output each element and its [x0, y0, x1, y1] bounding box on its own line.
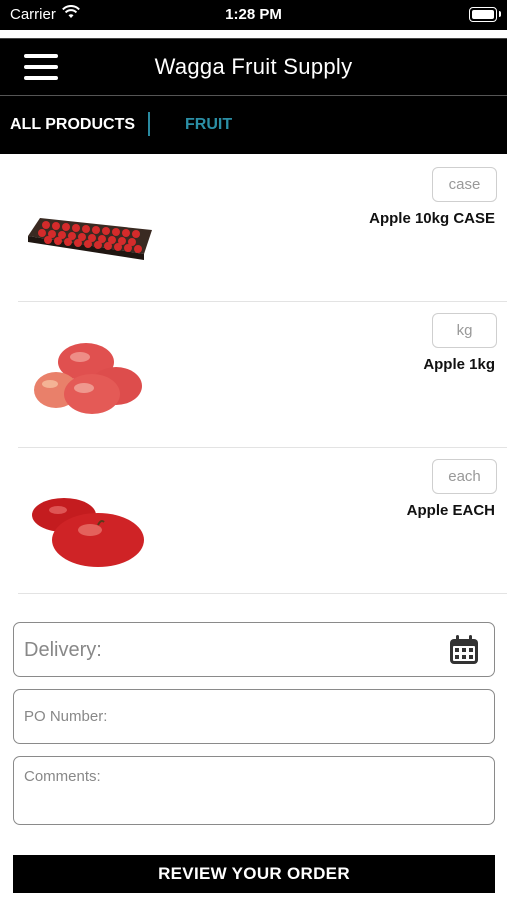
app-header: Wagga Fruit Supply: [0, 38, 507, 96]
product-name: Apple 1kg: [423, 356, 495, 373]
comments-field[interactable]: Comments:: [13, 756, 495, 825]
product-row[interactable]: each Apple EACH: [0, 448, 507, 594]
po-number-placeholder: PO Number:: [24, 708, 108, 725]
review-order-button[interactable]: REVIEW YOUR ORDER: [13, 855, 495, 893]
tab-separator: [148, 112, 150, 136]
unit-button[interactable]: kg: [432, 313, 497, 348]
product-row[interactable]: kg Apple 1kg: [0, 302, 507, 448]
row-divider: [18, 593, 507, 594]
apple-1kg-image: [34, 343, 142, 414]
battery-icon: [469, 7, 501, 22]
product-row[interactable]: case Apple 10kg CASE: [0, 156, 507, 302]
calendar-icon[interactable]: [448, 634, 480, 666]
product-name: Apple 10kg CASE: [369, 210, 495, 227]
delivery-placeholder: Delivery:: [24, 639, 102, 661]
tab-fruit[interactable]: FRUIT: [185, 116, 232, 134]
unit-button[interactable]: case: [432, 167, 497, 202]
apple-each-image: [32, 498, 144, 567]
delivery-field[interactable]: Delivery:: [13, 622, 495, 677]
app-title: Wagga Fruit Supply: [154, 54, 353, 79]
tab-all-products[interactable]: ALL PRODUCTS: [10, 116, 135, 134]
unit-button[interactable]: each: [432, 459, 497, 494]
status-bar: Carrier 1:28 PM: [0, 0, 507, 30]
product-name: Apple EACH: [406, 502, 495, 519]
comments-placeholder: Comments:: [24, 768, 101, 785]
apple-case-image: [28, 218, 152, 260]
category-tabs: ALL PRODUCTS FRUIT: [0, 96, 507, 154]
clock: 1:28 PM: [225, 6, 282, 23]
po-number-field[interactable]: PO Number:: [13, 689, 495, 744]
